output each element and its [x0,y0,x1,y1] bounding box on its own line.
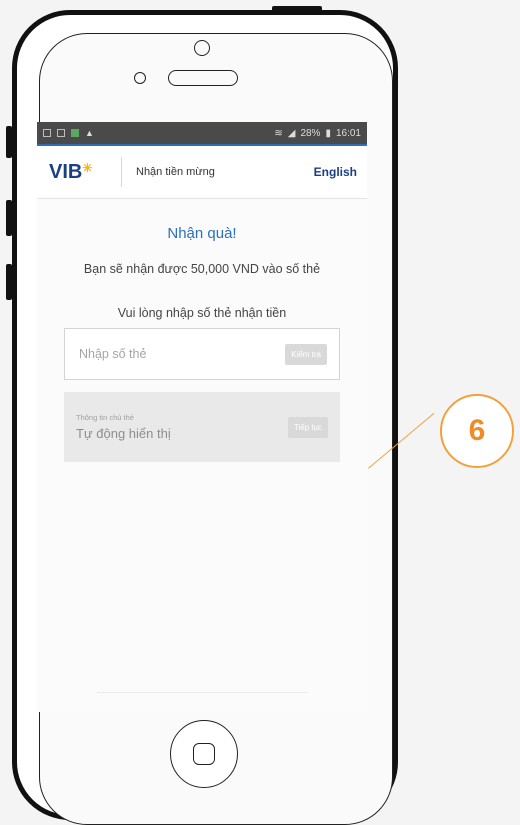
step-number: 6 [468,414,486,447]
step-callout-badge: 6 [440,394,514,468]
notification-icon [43,129,51,137]
volume-down-button [6,264,12,300]
clock: 16:01 [335,127,361,139]
home-button[interactable] [170,720,238,788]
language-switch-link[interactable]: English [314,165,357,179]
app-notification-icon [71,129,79,137]
header-divider [121,157,122,187]
camera-icon [194,40,210,56]
warning-icon: ▲ [85,128,94,138]
card-holder-info: Thông tin chủ thẻ Tự động hiển thị [76,413,288,441]
power-button [272,6,322,12]
card-prompt: Vui lòng nhập số thẻ nhận tiền [117,306,287,320]
bottom-divider [97,692,307,693]
page-title: Nhận tiền mừng [136,166,215,178]
wifi-icon: ≋ [274,127,283,139]
home-square-icon [193,743,215,765]
speaker-grille [168,70,238,86]
continue-button[interactable]: Tiếp tục [287,416,328,438]
status-bar: ▲ ≋ ◢ 28% ▮ 16:01 [37,122,367,146]
signal-icon: ◢ [287,127,296,139]
logo-star-icon: ✳ [82,160,93,175]
battery-percent: 28% [300,127,321,139]
gift-heading: Nhận quà! [167,225,237,242]
main-content: Nhận quà! Bạn sẽ nhận được 50,000 VND và… [37,199,367,462]
check-button[interactable]: Kiểm tra [285,343,327,365]
card-holder-value: Tự động hiển thị [76,426,171,441]
sensor-icon [134,72,146,84]
vib-logo: VIB✳ [37,161,121,184]
phone-screen: ▲ ≋ ◢ 28% ▮ 16:01 VIB✳ Nhận tiền mừng En… [37,122,367,712]
app-header: VIB✳ Nhận tiền mừng English [37,146,367,199]
card-number-input[interactable] [77,346,286,362]
mute-switch [6,126,12,158]
status-right: ≋ ◢ 28% ▮ 16:01 [274,128,361,139]
gallery-icon [57,129,65,137]
card-holder-info-box: Thông tin chủ thẻ Tự động hiển thị Tiếp … [64,392,340,462]
battery-icon: ▮ [325,127,331,139]
card-number-box: Kiểm tra [64,328,340,380]
logo-text: VIB [49,160,83,183]
receive-message: Bạn sẽ nhận được 50,000 VND vào số thẻ [83,262,321,276]
card-holder-label: Thông tin chủ thẻ [76,413,134,422]
volume-up-button [6,200,12,236]
notification-icons: ▲ [43,128,94,138]
